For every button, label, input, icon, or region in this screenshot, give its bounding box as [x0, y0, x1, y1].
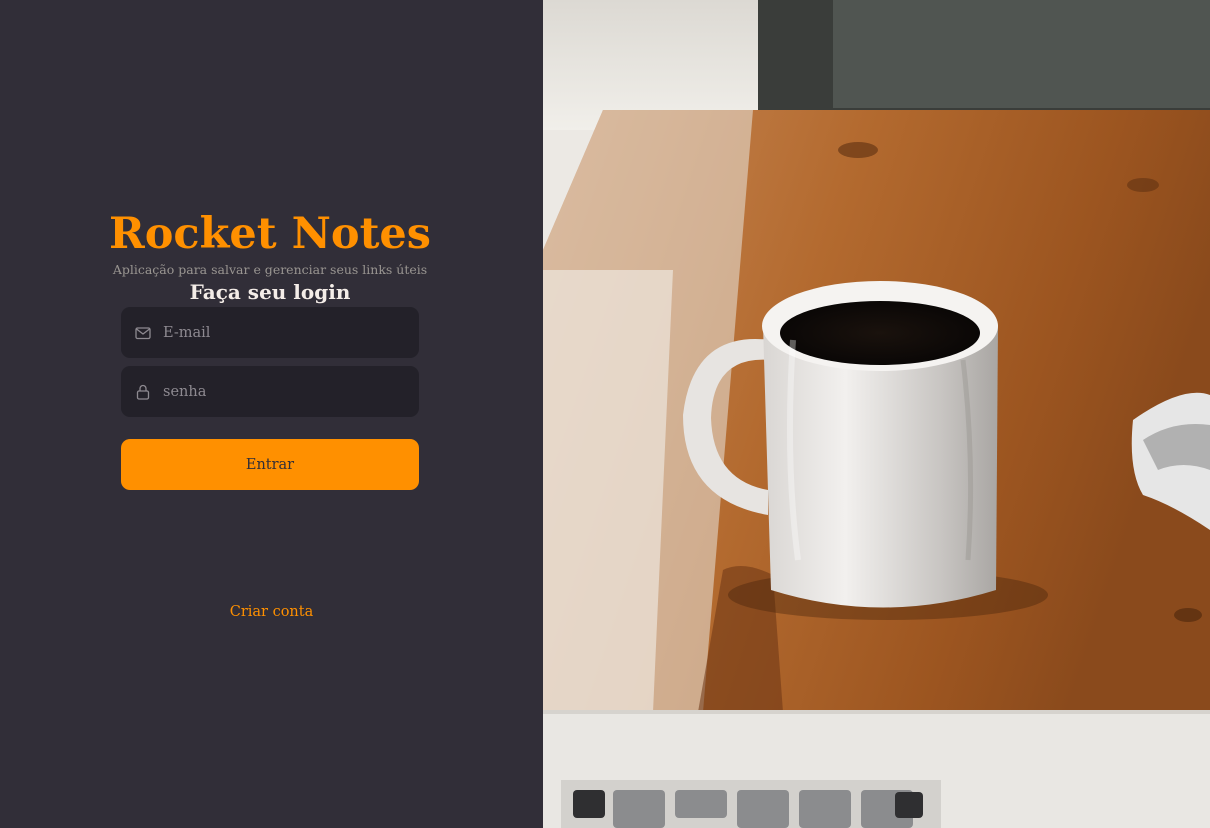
create-account-link[interactable]: Criar conta [0, 604, 543, 620]
mail-icon [135, 325, 151, 341]
form-heading: Faça seu login [189, 280, 351, 304]
sign-in-form: Rocket Notes Aplicação para salvar e ger… [109, 208, 431, 490]
app-title: Rocket Notes [109, 209, 431, 259]
input-group [121, 307, 419, 417]
email-input[interactable] [163, 324, 405, 341]
background-image [543, 0, 1210, 828]
coffee-mug-photo [543, 0, 1210, 828]
sign-in-page: Rocket Notes Aplicação para salvar e ger… [0, 0, 1210, 828]
password-input[interactable] [163, 383, 405, 400]
sign-in-button[interactable]: Entrar [121, 439, 419, 490]
app-subtitle: Aplicação para salvar e gerenciar seus l… [112, 262, 428, 277]
email-field[interactable] [121, 307, 419, 358]
password-field[interactable] [121, 366, 419, 417]
lock-icon [135, 384, 151, 400]
sign-in-panel: Rocket Notes Aplicação para salvar e ger… [0, 0, 543, 828]
